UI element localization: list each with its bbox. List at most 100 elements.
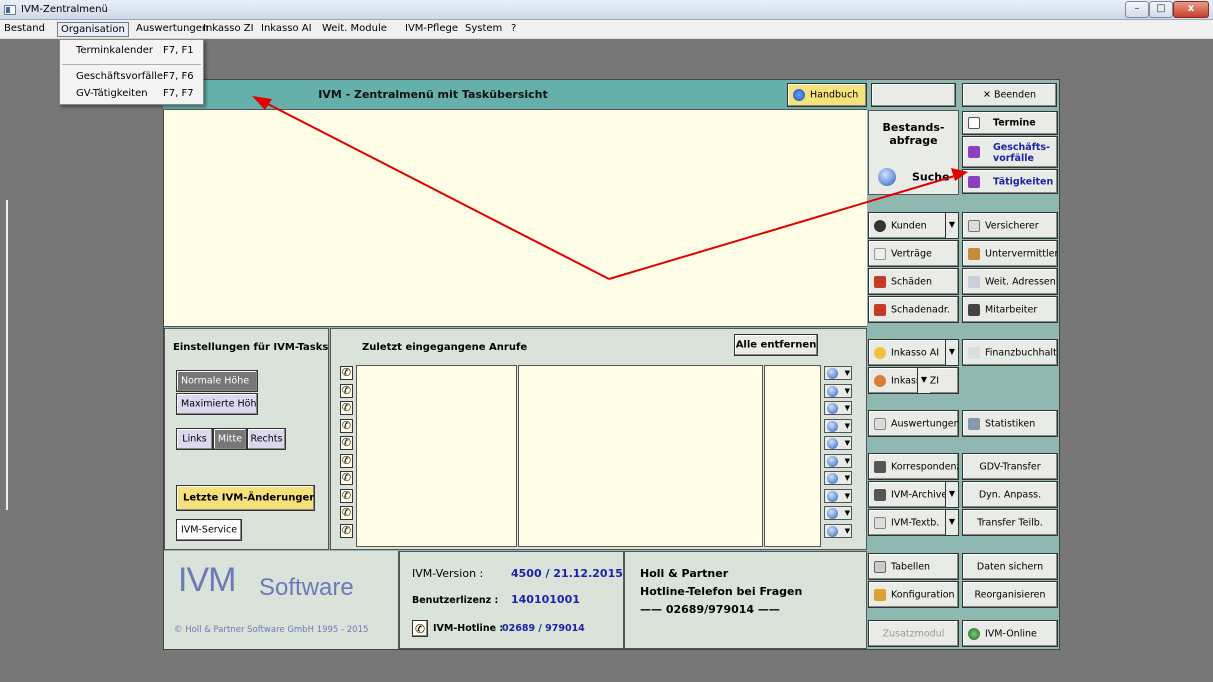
ivm-online-button[interactable]: IVM-Online xyxy=(962,620,1058,647)
phone-icon[interactable]: ✆ xyxy=(340,436,353,450)
chevron-down-icon[interactable]: ▼ xyxy=(945,213,958,238)
globe-icon xyxy=(827,385,838,397)
minimize-button[interactable]: – xyxy=(1125,1,1149,18)
call-action-button[interactable]: ▼ xyxy=(824,366,852,380)
chevron-down-icon[interactable]: ▼ xyxy=(945,340,958,365)
phone-icon[interactable]: ✆ xyxy=(340,523,353,538)
versicherer-button[interactable]: Versicherer xyxy=(962,212,1058,239)
globe-icon xyxy=(827,368,838,379)
call-action-button[interactable]: ▼ xyxy=(824,488,852,503)
finanzbuchhalt-button[interactable]: Finanzbuchhalt. xyxy=(962,339,1058,366)
menu-bestand[interactable]: Bestand xyxy=(1,22,48,37)
inkasso-zi-button[interactable]: Inkasso ZI ▼ xyxy=(868,367,959,394)
termine-button[interactable]: Termine xyxy=(962,111,1058,135)
call-action-button[interactable]: ▼ xyxy=(824,383,852,398)
statistiken-button[interactable]: Statistiken xyxy=(962,410,1058,437)
chevron-down-icon[interactable]: ▼ xyxy=(945,510,958,535)
tabellen-button[interactable]: Tabellen xyxy=(868,553,959,580)
maximize-button[interactable]: □ xyxy=(1149,1,1173,18)
alle-entfernen-button[interactable]: Alle entfernen xyxy=(734,334,818,356)
menu-ivm-pflege[interactable]: IVM-Pflege xyxy=(402,22,461,37)
suche-button[interactable]: Suche xyxy=(870,160,958,194)
dyn-anpass-button[interactable]: Dyn. Anpass. xyxy=(962,481,1058,508)
firma: Holl & Partner xyxy=(640,567,729,580)
phone-icon[interactable]: ✆ xyxy=(340,488,353,503)
phone-icon[interactable]: ✆ xyxy=(340,453,353,468)
phone-icon[interactable]: ✆ xyxy=(340,366,353,380)
menu-system[interactable]: System xyxy=(462,22,505,37)
zusatzmodul-button[interactable]: Zusatzmodul xyxy=(868,620,959,647)
ivm-service-button[interactable]: IVM-Service xyxy=(176,519,242,541)
address-icon xyxy=(968,275,980,288)
call-action-button[interactable]: ▼ xyxy=(824,436,852,450)
chevron-down-icon: ▼ xyxy=(844,456,850,465)
konfiguration-button[interactable]: Konfiguration xyxy=(868,581,959,608)
ivm-textb-button[interactable]: IVM-Textb. ▼ xyxy=(868,509,959,536)
auswertungen-button[interactable]: Auswertungen xyxy=(868,410,959,437)
phone-icon[interactable]: ✆ xyxy=(340,383,353,398)
mitarbeiter-button[interactable]: Mitarbeiter xyxy=(962,296,1058,323)
phone-icon[interactable]: ✆ xyxy=(340,506,353,520)
beenden-button[interactable]: ✕ Beenden xyxy=(962,83,1057,107)
table-icon xyxy=(874,560,886,573)
staff-icon xyxy=(968,303,980,316)
weit-adressen-button[interactable]: Weit. Adressen xyxy=(962,268,1058,295)
person-icon xyxy=(874,219,886,232)
close-x-icon: ✕ xyxy=(982,89,991,101)
menu-help[interactable]: ? xyxy=(508,22,519,37)
vertraege-button[interactable]: Verträge xyxy=(868,240,959,267)
call-action-button[interactable]: ▼ xyxy=(824,401,852,415)
schadenadr-button[interactable]: Schadenadr. xyxy=(868,296,959,323)
korrespondenz-button[interactable]: Korrespondenz xyxy=(868,453,959,480)
menu-bar: Bestand Organisation Auswertungen Inkass… xyxy=(0,20,1213,39)
bestandsabfrage-line1[interactable]: Bestands- xyxy=(870,121,957,134)
kunden-button[interactable]: Kunden ▼ xyxy=(868,212,959,239)
text-icon xyxy=(874,516,886,529)
version-label: IVM-Version : xyxy=(412,567,484,580)
menu-item-terminkalender[interactable]: Terminkalender xyxy=(76,45,153,56)
bestandsabfrage-line2[interactable]: abfrage xyxy=(870,134,957,147)
untervermittler-button[interactable]: Untervermittler xyxy=(962,240,1058,267)
phone-icon[interactable]: ✆ xyxy=(412,620,428,637)
mitte-button[interactable]: Mitte xyxy=(213,428,247,450)
close-button[interactable]: x xyxy=(1173,1,1209,18)
menu-item-geschaeftsvorfaelle[interactable]: Geschäftsvorfälle xyxy=(76,71,163,82)
globe-icon xyxy=(827,403,838,414)
phone-icon[interactable]: ✆ xyxy=(340,471,353,485)
taetigkeiten-button[interactable]: Tätigkeiten xyxy=(962,169,1058,194)
call-action-button[interactable]: ▼ xyxy=(824,523,852,538)
rechts-button[interactable]: Rechts xyxy=(247,428,286,450)
call-action-button[interactable]: ▼ xyxy=(824,453,852,468)
menu-organisation[interactable]: Organisation xyxy=(57,22,129,37)
letzte-aenderungen-button[interactable]: Letzte IVM-Änderungen xyxy=(176,485,315,511)
chevron-down-icon: ▼ xyxy=(844,526,850,535)
maximierte-hoehe-button[interactable]: Maximierte Höhe xyxy=(176,393,258,415)
gdv-transfer-button[interactable]: GDV-Transfer xyxy=(962,453,1058,480)
reorganisieren-button[interactable]: Reorganisieren xyxy=(962,581,1058,608)
unterbrechung-button[interactable] xyxy=(871,83,956,107)
calendar-icon xyxy=(968,117,980,129)
transfer-teilb-button[interactable]: Transfer Teilb. xyxy=(962,509,1058,536)
hotline-text: Hotline-Telefon bei Fragen xyxy=(640,585,803,598)
ivm-archive-button[interactable]: IVM-Archive ▼ xyxy=(868,481,959,508)
normale-hoehe-button[interactable]: Normale Höhe xyxy=(176,370,258,392)
schaeden-button[interactable]: Schäden xyxy=(868,268,959,295)
chevron-down-icon[interactable]: ▼ xyxy=(945,482,958,507)
geschaeftsvorfaelle-button[interactable]: Geschäfts- vorfälle xyxy=(962,136,1058,168)
call-action-button[interactable]: ▼ xyxy=(824,418,852,433)
menu-inkasso-ai[interactable]: Inkasso AI xyxy=(258,22,315,37)
phone-icon[interactable]: ✆ xyxy=(340,418,353,433)
settings-title: Einstellungen für IVM-Tasks xyxy=(173,342,329,353)
chevron-down-icon[interactable]: ▼ xyxy=(917,368,930,393)
links-button[interactable]: Links xyxy=(176,428,213,450)
menu-weit-module[interactable]: Weit. Module xyxy=(319,22,390,37)
call-action-button[interactable]: ▼ xyxy=(824,506,852,520)
menu-item-gv-taetigkeiten[interactable]: GV-Tätigkeiten xyxy=(76,88,148,99)
phone-icon[interactable]: ✆ xyxy=(340,401,353,415)
call-action-button[interactable]: ▼ xyxy=(824,471,852,485)
menu-inkasso-zi[interactable]: Inkasso ZI xyxy=(200,22,257,37)
daten-sichern-button[interactable]: Daten sichern xyxy=(962,553,1058,580)
app-icon xyxy=(4,5,16,15)
handbuch-button[interactable]: Handbuch xyxy=(787,83,867,107)
inkasso-ai-button[interactable]: Inkasso AI ▼ xyxy=(868,339,959,366)
